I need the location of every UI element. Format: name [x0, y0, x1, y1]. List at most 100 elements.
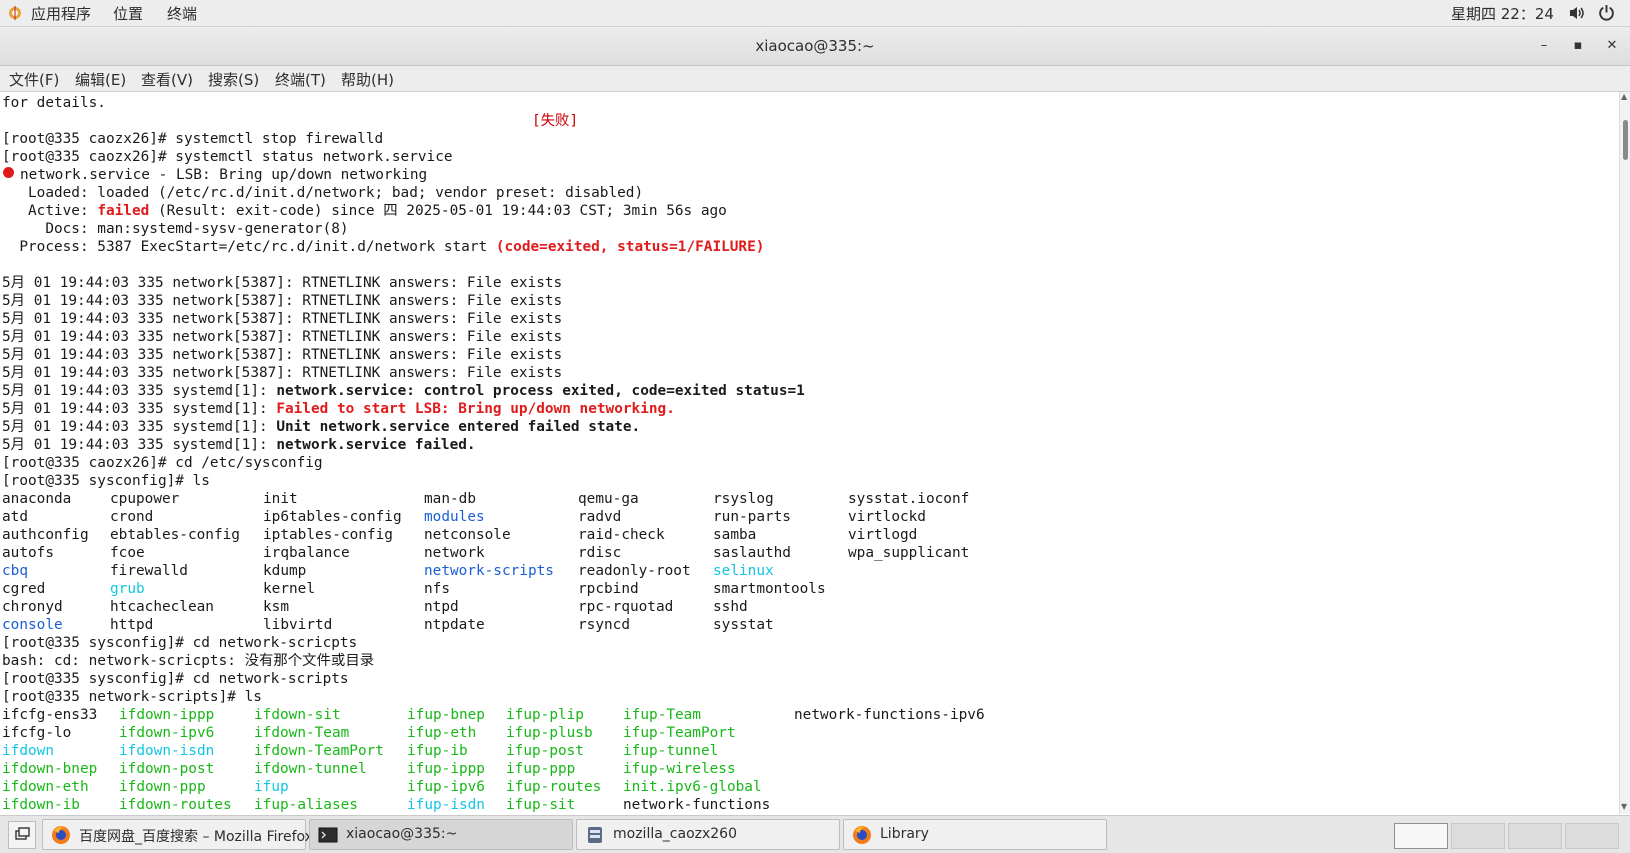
- ls-entry: man-db: [424, 491, 476, 507]
- terminal-line: [root@335 sysconfig]# cd network-scripts: [2, 671, 349, 687]
- scroll-down-icon[interactable]: ▼: [1621, 802, 1627, 811]
- ls-entry: modules: [424, 509, 485, 525]
- ls-entry: ifdown-TeamPort: [254, 743, 384, 759]
- terminal-content[interactable]: for details. [失败] [root@335 caozx26]# sy…: [0, 92, 1619, 814]
- ls-entry: wpa_supplicant: [848, 545, 970, 561]
- terminal-app-menu[interactable]: 终端: [167, 3, 197, 24]
- menu-file[interactable]: 文件(F): [9, 69, 59, 90]
- minimize-button[interactable]: –: [1533, 35, 1555, 57]
- active-detail: (Result: exit-code) since 四 2025-05-01 1…: [149, 203, 727, 219]
- ls-entry: ifup-wireless: [623, 761, 736, 777]
- log-line: 5月 01 19:44:03 335 systemd[1]: Unit netw…: [2, 418, 640, 436]
- active-label: Active:: [2, 203, 98, 219]
- clock[interactable]: 星期四 22：24: [1451, 3, 1554, 24]
- ls-entry: ifdown-isdn: [119, 743, 215, 759]
- ls-entry: samba: [713, 527, 757, 543]
- workspace-1[interactable]: [1394, 823, 1448, 849]
- log-message: network.service: control process exited,…: [276, 383, 805, 399]
- scroll-up-icon[interactable]: ▲: [1621, 92, 1627, 101]
- ls-entry: ifdown-tunnel: [254, 761, 367, 777]
- log-message: Failed to start LSB: Bring up/down netwo…: [276, 401, 675, 417]
- ls-entry: rpcbind: [578, 581, 639, 597]
- ls-entry: netconsole: [424, 527, 511, 543]
- task-firefox-baidu[interactable]: 百度网盘_百度搜索 – Mozilla Firefox: [42, 819, 313, 850]
- power-icon[interactable]: [1598, 4, 1615, 21]
- ls-entry: ifup: [254, 779, 289, 795]
- ls-entry: ebtables-config: [110, 527, 240, 543]
- show-desktop-button[interactable]: [8, 821, 36, 849]
- log-message: network.service failed.: [276, 437, 476, 453]
- ls-entry: ifdown-sit: [254, 707, 341, 723]
- ls-entry: atd: [2, 509, 28, 525]
- ls-entry: ifdown-ib: [2, 797, 80, 813]
- applications-icon[interactable]: [7, 5, 23, 21]
- ls-entry: network: [424, 545, 485, 561]
- terminal-line: for details.: [2, 95, 106, 111]
- task-firefox-library[interactable]: Library: [843, 819, 1107, 850]
- task-label: 百度网盘_百度搜索 – Mozilla Firefox: [79, 829, 313, 845]
- menu-help[interactable]: 帮助(H): [341, 69, 394, 90]
- log-line: 5月 01 19:44:03 335 systemd[1]: Failed to…: [2, 400, 675, 418]
- ls-entry: ifup-bnep: [407, 707, 485, 723]
- ls-entry: autofs: [2, 545, 54, 561]
- volume-icon[interactable]: [1569, 5, 1585, 21]
- ls-entry: smartmontools: [713, 581, 826, 597]
- ls-entry: firewalld: [110, 563, 188, 579]
- ls-entry: ifup-ippp: [407, 761, 485, 777]
- ls-entry: rsyslog: [713, 491, 774, 507]
- process-label: Process: 5387 ExecStart=/etc/rc.d/init.d…: [2, 239, 496, 255]
- ls-entry: ifdown-routes: [119, 797, 232, 813]
- window-title: xiaocao@335:~: [755, 37, 875, 55]
- menubar: 文件(F) 编辑(E) 查看(V) 搜索(S) 终端(T) 帮助(H): [0, 66, 1630, 92]
- terminal-scrollbar[interactable]: ▲ ▼: [1619, 92, 1630, 814]
- ls-entry: run-parts: [713, 509, 791, 525]
- menu-view[interactable]: 查看(V): [141, 69, 193, 90]
- log-line: 5月 01 19:44:03 335 network[5387]: RTNETL…: [2, 311, 563, 327]
- log-prefix: 5月 01 19:44:03 335 systemd[1]:: [2, 383, 277, 399]
- ls-entry: kernel: [263, 581, 315, 597]
- ls-entry: sshd: [713, 599, 748, 615]
- log-line: 5月 01 19:44:03 335 network[5387]: RTNETL…: [2, 293, 563, 309]
- terminal-line: bash: cd: network-scricpts: 没有那个文件或目录: [2, 653, 375, 669]
- ls-entry: network-functions: [623, 797, 771, 813]
- scrollbar-thumb[interactable]: [1623, 120, 1628, 160]
- ls-entry: ifup-aliases: [254, 797, 358, 813]
- ls-entry: libvirtd: [263, 617, 333, 633]
- log-line: 5月 01 19:44:03 335 network[5387]: RTNETL…: [2, 347, 563, 363]
- applications-menu[interactable]: 应用程序: [31, 3, 91, 24]
- taskbar: 百度网盘_百度搜索 – Mozilla Firefox xiaocao@335:…: [0, 815, 1630, 853]
- task-file-manager[interactable]: mozilla_caozx260: [576, 819, 840, 850]
- menu-edit[interactable]: 编辑(E): [75, 69, 126, 90]
- ls-entry: saslauthd: [713, 545, 791, 561]
- ls-entry: anaconda: [2, 491, 72, 507]
- workspace-2[interactable]: [1451, 823, 1505, 849]
- log-line: 5月 01 19:44:03 335 network[5387]: RTNETL…: [2, 275, 563, 291]
- window-titlebar[interactable]: xiaocao@335:~ – ▪ ✕: [0, 27, 1630, 66]
- places-menu[interactable]: 位置: [113, 3, 143, 24]
- workspace-3[interactable]: [1508, 823, 1562, 849]
- ls-entry: ifup-sit: [506, 797, 576, 813]
- maximize-button[interactable]: ▪: [1567, 35, 1589, 57]
- ls-entry: cpupower: [110, 491, 180, 507]
- workspace-4[interactable]: [1565, 823, 1619, 849]
- terminal-line: network.service - LSB: Bring up/down net…: [20, 167, 428, 183]
- ls-entry: rpc-rquotad: [578, 599, 674, 615]
- ls-entry: ifup-plusb: [506, 725, 593, 741]
- ls-entry: cgred: [2, 581, 46, 597]
- log-line: 5月 01 19:44:03 335 systemd[1]: network.s…: [2, 436, 476, 454]
- log-prefix: 5月 01 19:44:03 335 systemd[1]:: [2, 437, 277, 453]
- ls-entry: selinux: [713, 563, 774, 579]
- ls-entry: ifup-ib: [407, 743, 468, 759]
- ls-entry: fcoe: [110, 545, 145, 561]
- menu-search[interactable]: 搜索(S): [208, 69, 259, 90]
- log-line: 5月 01 19:44:03 335 network[5387]: RTNETL…: [2, 365, 563, 381]
- task-terminal[interactable]: xiaocao@335:~: [309, 819, 573, 850]
- ls-entry: ifup-isdn: [407, 797, 485, 813]
- firefox-icon: [853, 826, 871, 844]
- terminal-line: [root@335 caozx26]# systemctl stop firew…: [2, 131, 384, 147]
- close-button[interactable]: ✕: [1601, 35, 1623, 57]
- ls-entry: ifdown-ppp: [119, 779, 206, 795]
- menu-terminal[interactable]: 终端(T): [275, 69, 326, 90]
- ls-entry: sysstat.ioconf: [848, 491, 970, 507]
- ls-entry: init.ipv6-global: [623, 779, 762, 795]
